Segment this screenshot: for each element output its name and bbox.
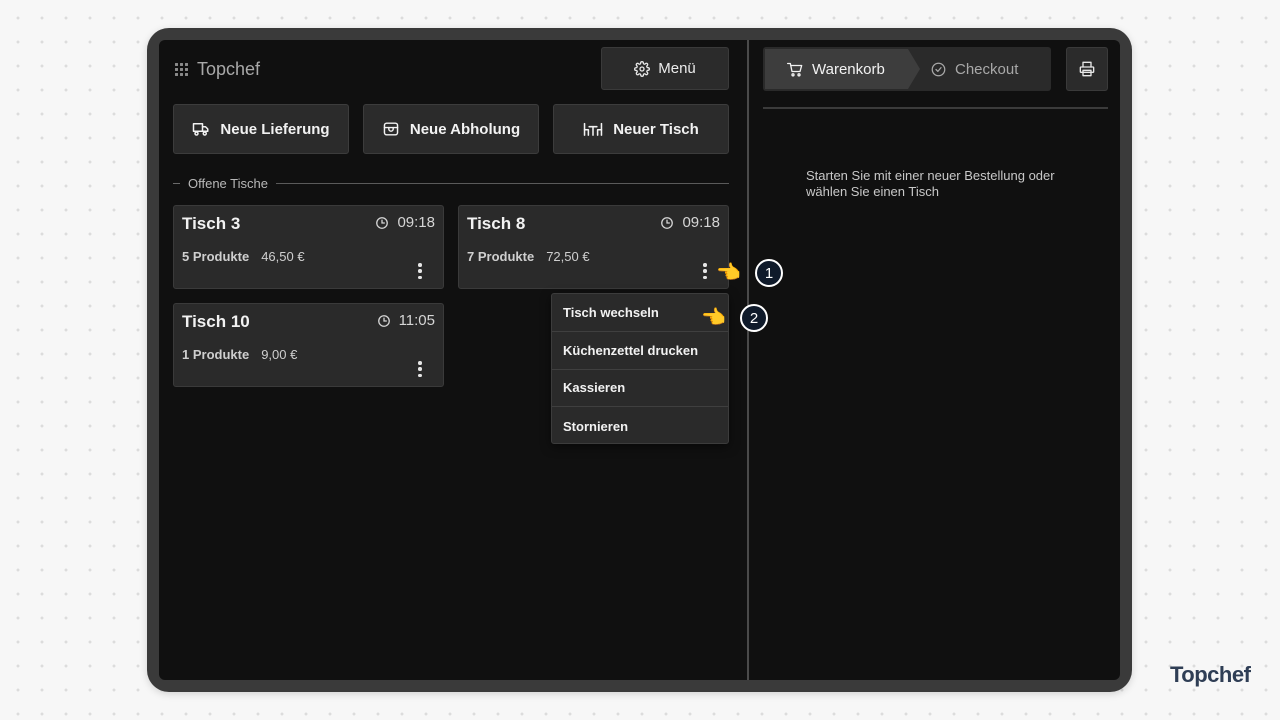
clock-icon <box>377 314 390 327</box>
tab-checkout-label: Checkout <box>955 60 1019 78</box>
table-summary: 1 Produkte 9,00 € <box>182 347 297 362</box>
more-options-icon[interactable] <box>699 261 711 281</box>
print-button[interactable] <box>1066 47 1108 91</box>
menu-item-print-kitchen-ticket[interactable]: Küchenzettel drucken <box>552 332 728 370</box>
orders-pane: Topchef Menü Neue Lieferung Neue Abholun… <box>159 40 747 680</box>
table-name: Tisch 3 <box>182 214 241 233</box>
menu-button[interactable]: Menü <box>601 47 729 90</box>
printer-icon <box>1079 61 1095 77</box>
gear-icon <box>634 60 651 77</box>
cart-divider <box>763 107 1108 109</box>
topchef-logo: Topchef <box>1170 662 1251 687</box>
table-summary: 5 Produkte 46,50 € <box>182 249 305 264</box>
open-tables-section-header: Offene Tische <box>173 175 729 191</box>
check-circle-icon <box>931 62 946 76</box>
table-total: 9,00 € <box>261 347 298 362</box>
app-brand: Topchef <box>175 59 260 80</box>
app-grid-icon[interactable] <box>175 63 188 76</box>
table-time: 09:18 <box>660 214 720 231</box>
tab-cart[interactable]: Warenkorb <box>765 49 920 89</box>
table-time-value: 09:18 <box>682 214 720 231</box>
app-screen: Topchef Menü Neue Lieferung Neue Abholun… <box>159 40 1120 680</box>
more-options-icon[interactable] <box>414 359 426 379</box>
table-time-value: 11:05 <box>398 312 435 329</box>
new-delivery-label: Neue Lieferung <box>220 120 330 138</box>
step-marker-2: 2 <box>740 304 768 332</box>
section-dash <box>173 182 180 184</box>
cart-step-tabs: Warenkorb Checkout <box>763 47 1051 91</box>
menu-button-label: Menü <box>658 60 696 77</box>
new-table-label: Neuer Tisch <box>613 120 699 138</box>
store-icon <box>383 122 399 136</box>
table-name: Tisch 10 <box>182 312 250 331</box>
table-summary: 7 Produkte 72,50 € <box>467 249 590 264</box>
table-product-count: 7 Produkte <box>467 249 535 264</box>
tab-checkout[interactable]: Checkout <box>931 47 1018 91</box>
open-tables-label: Offene Tische <box>188 175 268 191</box>
shopping-cart-icon <box>787 62 803 76</box>
dining-table-icon <box>583 122 603 136</box>
tablet-frame: Topchef Menü Neue Lieferung Neue Abholun… <box>147 28 1132 692</box>
table-product-count: 1 Produkte <box>182 347 250 362</box>
pointing-hand-icon: 👈 <box>701 307 726 329</box>
pointing-hand-icon: 👈 <box>716 262 741 284</box>
tab-cart-label: Warenkorb <box>812 60 885 78</box>
new-delivery-button[interactable]: Neue Lieferung <box>173 104 349 154</box>
table-time: 11:05 <box>377 312 435 329</box>
table-card-8[interactable]: Tisch 8 09:18 7 Produkte 72,50 € <box>458 205 729 289</box>
clock-icon <box>376 216 389 229</box>
delivery-truck-icon <box>193 123 209 136</box>
table-total: 72,50 € <box>546 249 590 264</box>
table-product-count: 5 Produkte <box>182 249 250 264</box>
cart-empty-message: Starten Sie mit einer neuer Bestellung o… <box>806 168 1055 199</box>
section-divider <box>275 182 729 184</box>
app-title: Topchef <box>197 59 261 79</box>
more-options-icon[interactable] <box>414 261 426 281</box>
new-table-button[interactable]: Neuer Tisch <box>553 104 729 154</box>
new-pickup-button[interactable]: Neue Abholung <box>363 104 539 154</box>
clock-icon <box>661 216 674 229</box>
table-card-3[interactable]: Tisch 3 09:18 5 Produkte 46,50 € <box>173 205 444 289</box>
new-pickup-label: Neue Abholung <box>409 120 521 138</box>
table-time-value: 09:18 <box>397 214 435 231</box>
menu-item-checkout[interactable]: Kassieren <box>552 370 728 408</box>
table-total: 46,50 € <box>261 249 305 264</box>
step-marker-1: 1 <box>755 259 783 287</box>
cart-pane: Warenkorb Checkout Starten Sie mit einer… <box>749 40 1120 680</box>
menu-item-cancel[interactable]: Stornieren <box>552 407 728 443</box>
table-name: Tisch 8 <box>467 214 526 233</box>
table-time: 09:18 <box>375 214 435 231</box>
table-card-10[interactable]: Tisch 10 11:05 1 Produkte 9,00 € <box>173 303 444 387</box>
